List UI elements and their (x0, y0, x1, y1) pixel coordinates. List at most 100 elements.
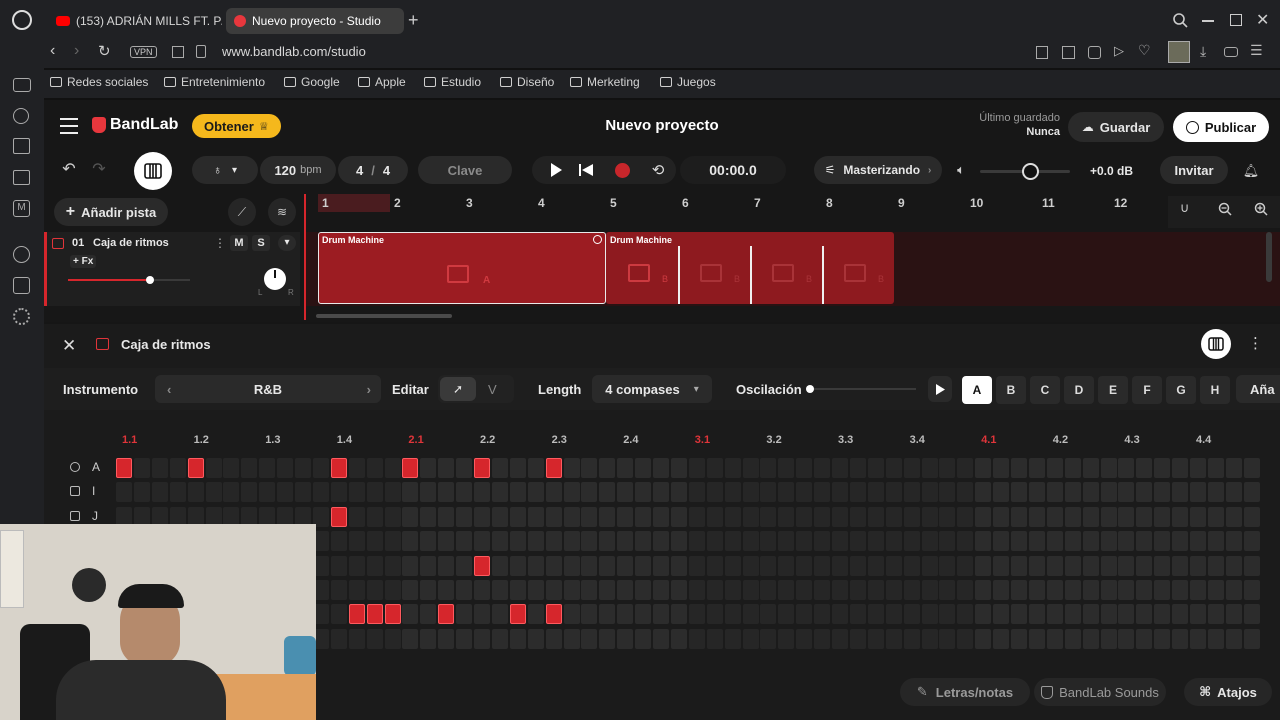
step-cell[interactable] (151, 458, 168, 478)
step-cell[interactable] (1064, 604, 1081, 625)
step-cell[interactable] (867, 555, 884, 576)
extensions-icon[interactable] (13, 277, 30, 294)
step-cell[interactable] (1011, 506, 1027, 527)
step-cell[interactable] (474, 604, 490, 625)
bookmark-folder[interactable]: Apple (358, 75, 406, 89)
step-cell[interactable] (1046, 580, 1063, 600)
step-cell[interactable] (384, 580, 401, 600)
step-cell[interactable] (527, 506, 544, 527)
step-cell[interactable] (1064, 506, 1081, 527)
speaker-icon[interactable]: 🔈︎ (952, 162, 970, 178)
step-cell[interactable] (599, 531, 616, 552)
step-cell[interactable] (814, 458, 831, 478)
step-cell[interactable] (1207, 580, 1224, 600)
step-cell[interactable] (635, 628, 652, 649)
step-cell[interactable] (1207, 555, 1224, 576)
row-label[interactable]: A (92, 460, 100, 474)
step-cell[interactable] (796, 580, 813, 600)
step-cell[interactable] (903, 555, 920, 576)
step-cell[interactable] (509, 531, 526, 552)
mute-button[interactable]: M (230, 235, 248, 251)
step-cell[interactable] (688, 604, 705, 625)
step-cell[interactable] (491, 580, 508, 600)
step-cell[interactable] (277, 458, 294, 478)
tracks-filter-icon[interactable]: ≋ (268, 198, 296, 226)
step-cell[interactable] (957, 458, 974, 478)
step-cell[interactable] (1190, 555, 1206, 576)
step-cell[interactable] (939, 580, 956, 600)
step-cell[interactable] (724, 628, 741, 649)
tab-studio[interactable]: Nuevo proyecto - Studio (226, 8, 404, 34)
automation-icon[interactable]: ⟋ (228, 198, 256, 226)
step-cell[interactable] (599, 604, 616, 625)
step-cell[interactable] (456, 482, 473, 503)
step-cell[interactable] (527, 604, 544, 625)
step-cell[interactable] (1136, 531, 1153, 552)
step-cell[interactable] (724, 531, 741, 552)
step-cell[interactable] (330, 482, 347, 503)
loop-icon[interactable]: ⟲ (648, 160, 668, 180)
step-cell[interactable] (366, 580, 383, 600)
chevron-down-icon[interactable]: ▾ (278, 235, 296, 251)
reload-icon[interactable]: ↻ (98, 42, 111, 60)
step-cell[interactable] (849, 531, 866, 552)
step-cell[interactable] (617, 628, 634, 649)
messenger-icon[interactable]: M (13, 200, 30, 217)
step-cell[interactable] (1064, 628, 1081, 649)
zoom-out-icon[interactable] (1218, 202, 1232, 216)
step-cell[interactable] (635, 482, 652, 503)
slider-knob[interactable] (1021, 163, 1039, 180)
clock-icon[interactable] (13, 246, 30, 263)
step-cell[interactable] (330, 604, 347, 625)
maximize-icon[interactable] (1230, 14, 1242, 26)
step-cell[interactable] (330, 555, 347, 576)
step-cell[interactable] (635, 555, 652, 576)
step-cell[interactable] (670, 628, 687, 649)
row-label[interactable]: I (92, 484, 95, 498)
step-cell[interactable] (867, 458, 884, 478)
bookmark-folder[interactable]: Redes sociales (50, 75, 148, 89)
step-cell[interactable] (384, 628, 401, 649)
step-cell[interactable] (939, 604, 956, 625)
step-cell[interactable] (1225, 580, 1242, 600)
step-cell[interactable] (993, 531, 1010, 552)
step-cell[interactable] (474, 628, 490, 649)
step-cell[interactable] (1136, 628, 1153, 649)
step-cell[interactable] (1082, 482, 1099, 503)
step-cell[interactable] (1225, 555, 1242, 576)
step-cell-active[interactable] (187, 458, 204, 478)
send-icon[interactable]: ▷ (1114, 43, 1124, 59)
step-cell[interactable] (993, 555, 1010, 576)
settings-icon[interactable] (13, 308, 30, 325)
step-cell[interactable] (581, 628, 598, 649)
step-cell[interactable] (706, 580, 723, 600)
step-cell[interactable] (796, 531, 813, 552)
add-track-button[interactable]: + Añadir pista (54, 198, 168, 226)
step-cell[interactable] (1136, 580, 1153, 600)
step-cell[interactable] (509, 458, 526, 478)
step-cell[interactable] (1154, 580, 1171, 600)
step-cell[interactable] (1028, 555, 1045, 576)
bandlab-logo[interactable]: BandLab (92, 116, 178, 134)
step-cell[interactable] (670, 604, 687, 625)
step-cell[interactable] (1225, 531, 1242, 552)
bookmark-folder[interactable]: Diseño (500, 75, 554, 89)
step-cell[interactable] (903, 482, 920, 503)
step-cell[interactable] (348, 458, 365, 478)
step-cell[interactable] (670, 531, 687, 552)
step-cell[interactable] (724, 482, 741, 503)
step-cell[interactable] (1243, 580, 1260, 600)
step-cell[interactable] (921, 482, 938, 503)
step-cell[interactable] (563, 580, 580, 600)
step-cell[interactable] (1172, 506, 1189, 527)
step-cell[interactable] (384, 555, 401, 576)
step-cell[interactable] (653, 506, 669, 527)
pattern-button-c[interactable]: C (1030, 376, 1060, 404)
bookmark-folder[interactable]: Google (284, 75, 340, 89)
step-cell[interactable] (617, 580, 634, 600)
step-cell[interactable] (1243, 555, 1260, 576)
step-cell[interactable] (993, 506, 1010, 527)
search-icon[interactable] (1172, 12, 1188, 28)
step-cell[interactable] (957, 506, 974, 527)
step-cell[interactable] (491, 531, 508, 552)
